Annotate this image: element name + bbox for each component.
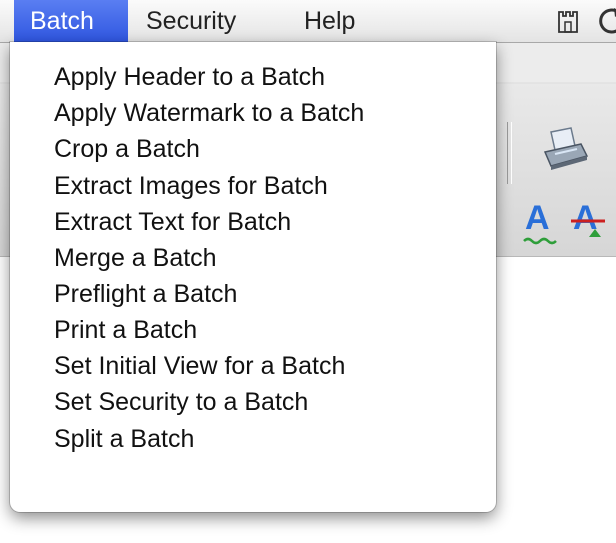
menu-security-label: Security (146, 7, 237, 35)
menu-item-set-security[interactable]: Set Security to a Batch (10, 384, 496, 420)
menu-item-extract-images[interactable]: Extract Images for Batch (10, 168, 496, 204)
menu-item-crop[interactable]: Crop a Batch (10, 131, 496, 167)
menu-item-label: Merge a Batch (54, 244, 217, 272)
batch-menu: Apply Header to a Batch Apply Watermark … (10, 42, 496, 512)
menu-item-label: Set Security to a Batch (54, 388, 309, 416)
menu-item-label: Extract Images for Batch (54, 172, 328, 200)
text-underline-icon[interactable]: A (523, 199, 557, 245)
menu-item-set-initial-view[interactable]: Set Initial View for a Batch (10, 348, 496, 384)
menu-help[interactable]: Help (300, 0, 380, 42)
menu-item-apply-header[interactable]: Apply Header to a Batch (10, 59, 496, 95)
menu-item-split[interactable]: Split a Batch (10, 421, 496, 457)
menu-item-label: Set Initial View for a Batch (54, 352, 346, 380)
menu-batch[interactable]: Batch (14, 0, 128, 42)
menu-item-label: Apply Watermark to a Batch (54, 99, 365, 127)
menu-item-label: Extract Text for Batch (54, 208, 292, 236)
menu-item-extract-text[interactable]: Extract Text for Batch (10, 204, 496, 240)
text-strikethrough-icon[interactable]: A (571, 199, 611, 243)
strike-line-icon (571, 219, 605, 237)
menu-item-merge[interactable]: Merge a Batch (10, 240, 496, 276)
menu-item-label: Print a Batch (54, 316, 198, 344)
sync-icon[interactable] (596, 0, 616, 42)
menu-item-label: Apply Header to a Batch (54, 63, 325, 91)
underline-wave-icon (523, 237, 557, 245)
menu-help-label: Help (304, 7, 356, 35)
menu-item-label: Preflight a Batch (54, 280, 238, 308)
menu-item-apply-watermark[interactable]: Apply Watermark to a Batch (10, 95, 496, 131)
scanner-icon[interactable] (541, 126, 589, 172)
menu-item-label: Crop a Batch (54, 135, 200, 163)
menu-bar: Batch Security Help (0, 0, 616, 43)
text-underline-glyph: A (525, 199, 550, 237)
menu-batch-label: Batch (30, 7, 94, 35)
menu-item-preflight[interactable]: Preflight a Batch (10, 276, 496, 312)
menu-item-print[interactable]: Print a Batch (10, 312, 496, 348)
toolbar-separator (507, 122, 512, 184)
menu-item-label: Split a Batch (54, 425, 195, 453)
menu-security[interactable]: Security (138, 0, 268, 42)
castle-status-icon[interactable] (557, 0, 581, 42)
